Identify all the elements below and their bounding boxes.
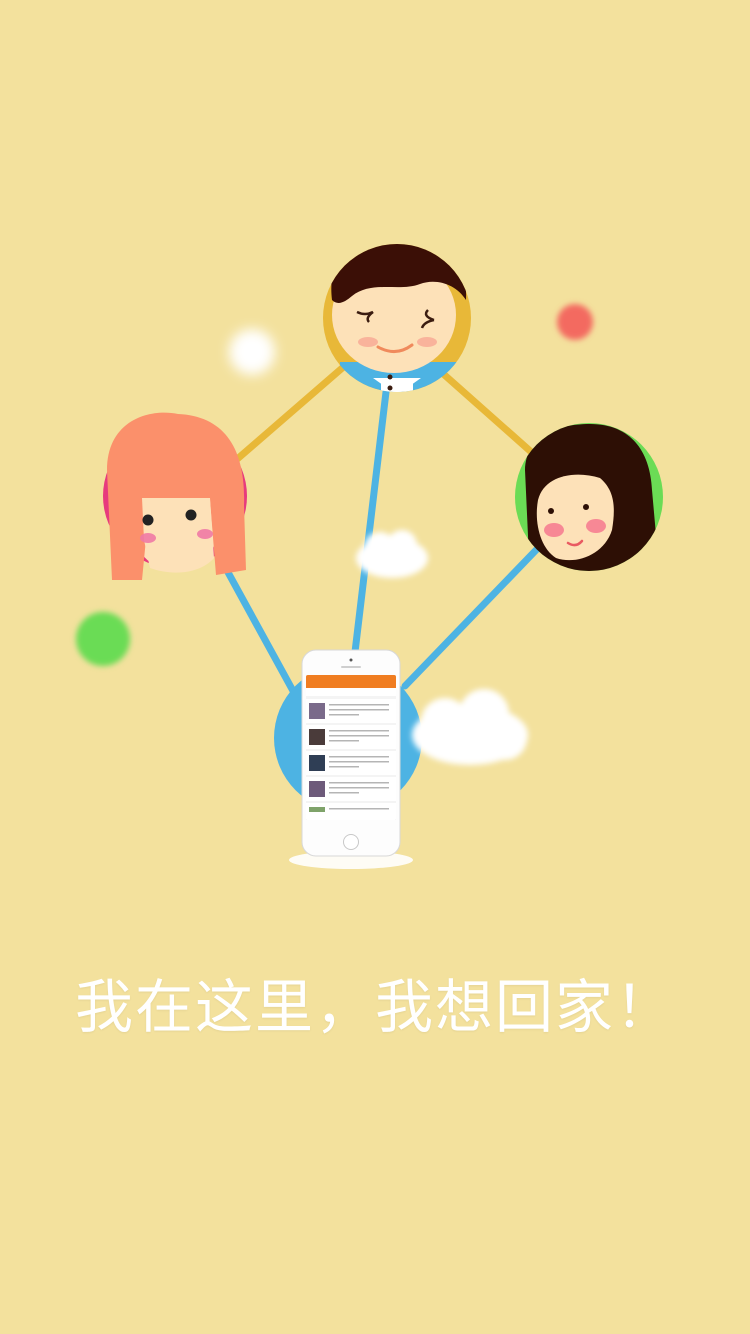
- mock-row-line: [329, 756, 389, 758]
- app-header: [306, 675, 396, 688]
- mock-row-line: [329, 714, 359, 716]
- mock-row-avatar: [309, 755, 325, 771]
- large-cloud: [412, 689, 528, 765]
- mock-row-line: [329, 730, 389, 732]
- red-glow-dot: [557, 304, 593, 340]
- link-dark-phone: [401, 543, 543, 690]
- tagline: 我在这里，我想回家！: [74, 973, 675, 1041]
- mock-row-line: [329, 761, 389, 763]
- mock-row-avatar: [309, 729, 325, 745]
- onboarding-screen: 我在这里，我想回家！: [0, 0, 750, 1334]
- mock-row-line: [329, 808, 389, 810]
- link-pink-boy: [224, 359, 352, 471]
- mock-row-line: [329, 782, 389, 784]
- girl-dark-avatar: [515, 423, 663, 571]
- mock-row-line: [329, 709, 389, 711]
- girl-pink-avatar: [103, 412, 247, 580]
- mock-row-line: [329, 766, 359, 768]
- mock-list: [306, 699, 396, 820]
- home-button-mock: [343, 834, 359, 850]
- link-boy-dark: [436, 367, 542, 462]
- phone-mockup: [301, 649, 401, 857]
- link-boy-phone: [351, 388, 390, 656]
- connection-lines: [220, 359, 543, 704]
- mock-row-line: [329, 792, 359, 794]
- green-glow-dot: [76, 612, 130, 666]
- mock-row-line: [329, 740, 359, 742]
- white-glow-dot: [229, 329, 275, 375]
- mock-row-line: [329, 704, 389, 706]
- mock-row-line: [329, 735, 389, 737]
- mock-row-avatar: [309, 703, 325, 719]
- mock-row-avatar: [309, 781, 325, 797]
- link-pink-phone: [220, 561, 302, 704]
- mock-tabbar: [306, 812, 396, 820]
- mock-row-line: [329, 787, 389, 789]
- network-illustration: [76, 244, 663, 869]
